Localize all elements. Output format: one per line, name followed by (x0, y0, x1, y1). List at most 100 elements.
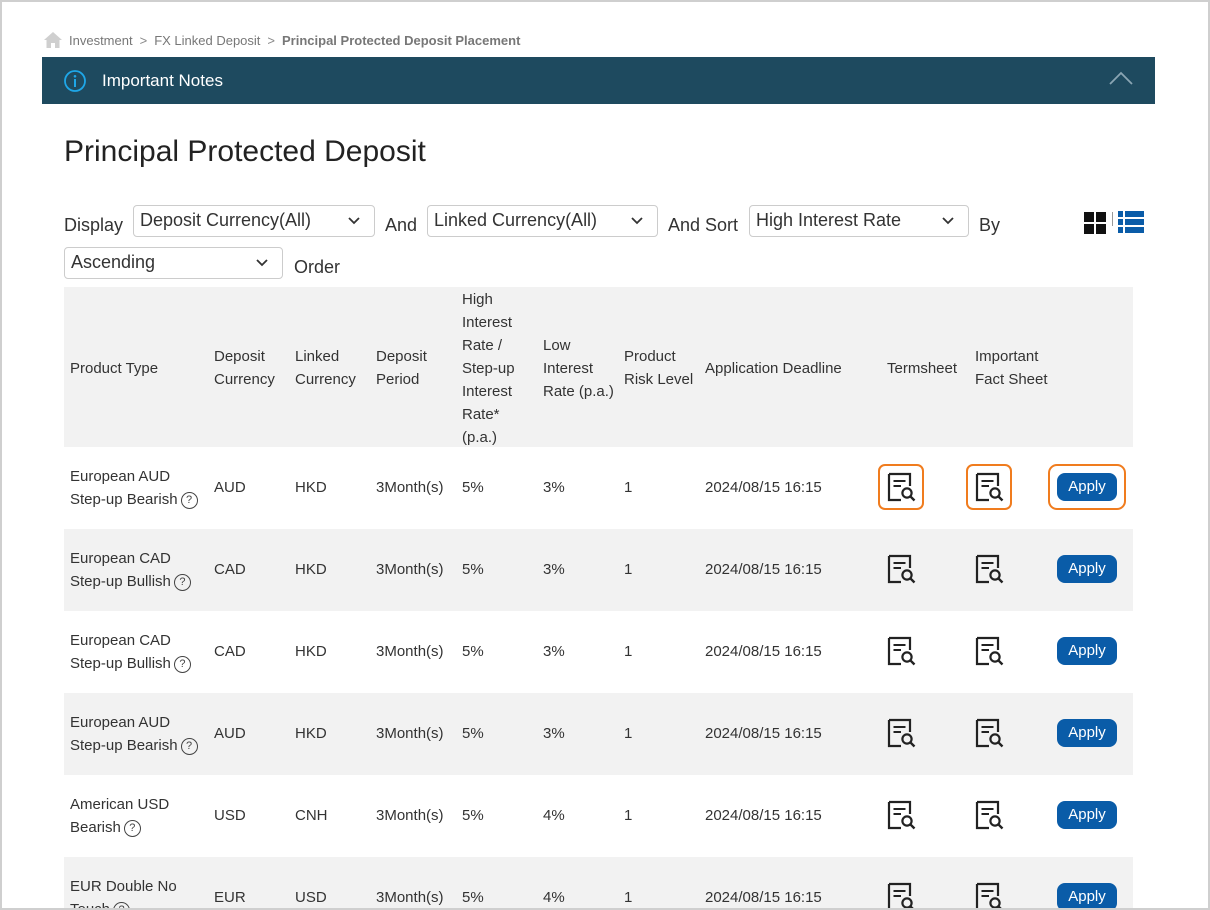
linked-currency-select[interactable]: Linked Currency(All) (427, 205, 658, 237)
product-type-line2: Step-up Bearish? (70, 488, 210, 511)
risk-level-cell: 1 (624, 643, 633, 660)
table-row: European AUD Step-up Bearish? AUD HKD 3M… (64, 447, 1133, 529)
header-deposit-period[interactable]: Deposit Period (376, 345, 446, 391)
deposit-currency-cell: AUD (214, 725, 246, 742)
apply-button[interactable]: Apply (1057, 637, 1117, 665)
product-type-line2: Bearish? (70, 816, 210, 839)
view-divider (1112, 212, 1113, 226)
table-body: European AUD Step-up Bearish? AUD HKD 3M… (64, 447, 1133, 910)
important-fact-sheet-button[interactable] (966, 710, 1012, 756)
deposit-period-cell: 3Month(s) (376, 807, 444, 824)
termsheet-button[interactable] (878, 546, 924, 592)
high-interest-rate-cell: 5% (462, 479, 484, 496)
list-view-icon[interactable] (1118, 210, 1144, 234)
product-type-cell: European AUD Step-up Bearish? (70, 711, 210, 757)
by-label: By (979, 215, 1001, 235)
breadcrumb-item-investment[interactable]: Investment (69, 33, 133, 48)
chevron-down-icon (256, 259, 268, 267)
important-fact-sheet-button[interactable] (966, 792, 1012, 838)
header-deposit-currency[interactable]: Deposit Currency (214, 345, 284, 391)
header-product-risk-level[interactable]: Product Risk Level (624, 345, 699, 391)
document-search-icon (975, 718, 1004, 748)
product-type-line1: American USD (70, 796, 170, 813)
help-circle-icon[interactable]: ? (180, 738, 198, 755)
apply-button[interactable]: Apply (1057, 555, 1117, 583)
and-sort-label: And Sort (668, 215, 739, 235)
linked-currency-cell: HKD (295, 479, 327, 496)
help-circle-icon[interactable]: ? (173, 574, 191, 591)
important-fact-sheet-button[interactable] (966, 874, 1012, 908)
low-interest-rate-cell: 3% (543, 643, 565, 660)
chevron-up-icon[interactable] (1109, 71, 1133, 85)
low-interest-rate-cell: 3% (543, 561, 565, 578)
low-interest-rate-cell: 3% (543, 725, 565, 742)
product-type-line1: European AUD (70, 714, 171, 731)
deposit-period-cell: 3Month(s) (376, 889, 444, 906)
document-search-icon (975, 800, 1004, 830)
table-row: European CAD Step-up Bullish? CAD HKD 3M… (64, 611, 1133, 693)
risk-level-cell: 1 (624, 561, 633, 578)
linked-currency-cell: HKD (295, 725, 327, 742)
important-notes-bar[interactable]: Important Notes (42, 57, 1155, 104)
application-deadline-cell: 2024/08/15 16:15 (705, 643, 822, 660)
product-type-cell: American USD Bearish? (70, 793, 210, 839)
deposit-currency-value: Deposit Currency(All) (140, 210, 312, 230)
chevron-down-icon (942, 217, 954, 225)
application-deadline-cell: 2024/08/15 16:15 (705, 561, 822, 578)
deposit-currency-cell: EUR (214, 889, 246, 906)
termsheet-button[interactable] (878, 628, 924, 674)
apply-button[interactable]: Apply (1057, 883, 1117, 908)
header-product-type[interactable]: Product Type (70, 357, 200, 380)
high-interest-rate-cell: 5% (462, 725, 484, 742)
help-circle-icon[interactable]: ? (123, 820, 141, 837)
page-frame: Investment > FX Linked Deposit > Princip… (0, 0, 1210, 910)
header-linked-currency[interactable]: Linked Currency (295, 345, 365, 391)
product-type-cell: European AUD Step-up Bearish? (70, 465, 210, 511)
important-fact-sheet-button[interactable] (966, 464, 1012, 510)
help-circle-icon[interactable]: ? (113, 902, 131, 908)
help-circle-icon[interactable]: ? (180, 492, 198, 509)
product-type-line2-text: Bearish (70, 819, 121, 836)
header-application-deadline[interactable]: Application Deadline (705, 357, 875, 380)
home-icon[interactable] (43, 31, 63, 49)
termsheet-button[interactable] (878, 464, 924, 510)
risk-level-cell: 1 (624, 725, 633, 742)
apply-button[interactable]: Apply (1057, 473, 1117, 501)
product-type-line1: European CAD (70, 550, 171, 567)
header-high-interest-rate[interactable]: High Interest Rate / Step-up Interest Ra… (462, 288, 534, 449)
linked-currency-cell: CNH (295, 807, 328, 824)
table-row: American USD Bearish? USD CNH 3Month(s) … (64, 775, 1133, 857)
product-type-line2: Touch? (70, 898, 210, 910)
breadcrumb-item-fx-linked-deposit[interactable]: FX Linked Deposit (154, 33, 260, 48)
info-icon (64, 69, 86, 92)
application-deadline-cell: 2024/08/15 16:15 (705, 725, 822, 742)
document-search-icon (887, 882, 914, 908)
termsheet-button[interactable] (878, 710, 924, 756)
apply-button-wrap: Apply (1048, 464, 1126, 510)
grid-view-icon[interactable] (1084, 212, 1106, 234)
help-circle-icon[interactable]: ? (173, 656, 191, 673)
header-important-fact-sheet: Important Fact Sheet (975, 348, 1048, 388)
header-low-interest-rate[interactable]: Low Interest Rate (p.a.) (543, 334, 621, 403)
deposit-currency-select[interactable]: Deposit Currency(All) (133, 205, 375, 237)
application-deadline-cell: 2024/08/15 16:15 (705, 479, 822, 496)
important-notes-title: Important Notes (102, 70, 223, 90)
termsheet-button[interactable] (878, 792, 924, 838)
document-search-icon (887, 718, 916, 748)
deposit-period-cell: 3Month(s) (376, 561, 444, 578)
product-type-line2-text: Touch (70, 901, 111, 910)
linked-currency-cell: HKD (295, 643, 327, 660)
apply-button[interactable]: Apply (1057, 801, 1117, 829)
product-type-line1: European AUD (70, 468, 171, 485)
termsheet-button[interactable] (878, 874, 924, 908)
important-fact-sheet-button[interactable] (966, 628, 1012, 674)
application-deadline-cell: 2024/08/15 16:15 (705, 889, 822, 906)
apply-button[interactable]: Apply (1057, 719, 1117, 747)
product-type-line2-text: Step-up Bullish (70, 573, 171, 590)
apply-button-wrap: Apply (1048, 546, 1126, 592)
order-select[interactable]: Ascending (64, 247, 283, 279)
sort-by-select[interactable]: High Interest Rate (749, 205, 969, 237)
breadcrumb-separator: > (267, 32, 276, 48)
product-type-line2: Step-up Bearish? (70, 734, 210, 757)
important-fact-sheet-button[interactable] (966, 546, 1012, 592)
